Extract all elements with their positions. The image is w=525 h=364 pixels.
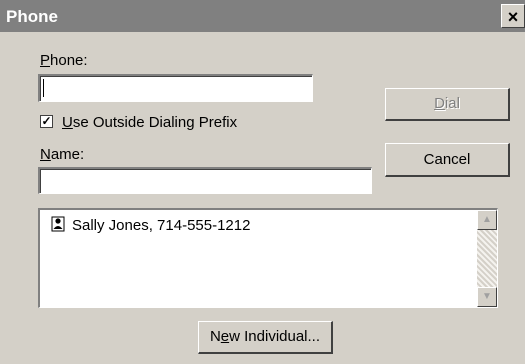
- scroll-up-icon: ▲: [482, 214, 492, 225]
- person-icon: [51, 216, 65, 232]
- scroll-down-button[interactable]: ▼: [477, 287, 497, 307]
- close-button[interactable]: ×: [501, 4, 525, 28]
- phone-input[interactable]: [38, 74, 313, 102]
- cancel-button[interactable]: Cancel: [385, 143, 510, 177]
- close-icon: ×: [507, 7, 519, 27]
- title-bar: Phone ×: [0, 0, 525, 32]
- list-item[interactable]: Sally Jones, 714-555-1212: [50, 216, 250, 234]
- dial-button[interactable]: Dial: [385, 88, 510, 121]
- window-title: Phone: [6, 7, 58, 26]
- list-scrollbar[interactable]: ▲ ▼: [477, 210, 497, 307]
- name-input[interactable]: [38, 167, 372, 194]
- outside-dialing-label[interactable]: Use Outside Dialing Prefix: [62, 114, 237, 131]
- text-caret: [43, 79, 44, 97]
- phone-label: Phone:: [40, 52, 88, 69]
- new-individual-button[interactable]: New Individual...: [198, 321, 333, 354]
- phone-dialog: Phone × Phone: ✓ Use Outside Dialing Pre…: [0, 0, 525, 364]
- contact-list[interactable]: Sally Jones, 714-555-1212 ▲ ▼: [38, 208, 498, 308]
- scroll-down-icon: ▼: [482, 291, 492, 302]
- outside-dialing-checkbox[interactable]: ✓: [40, 115, 53, 128]
- scroll-up-button[interactable]: ▲: [477, 210, 497, 230]
- name-label: Name:: [40, 146, 85, 163]
